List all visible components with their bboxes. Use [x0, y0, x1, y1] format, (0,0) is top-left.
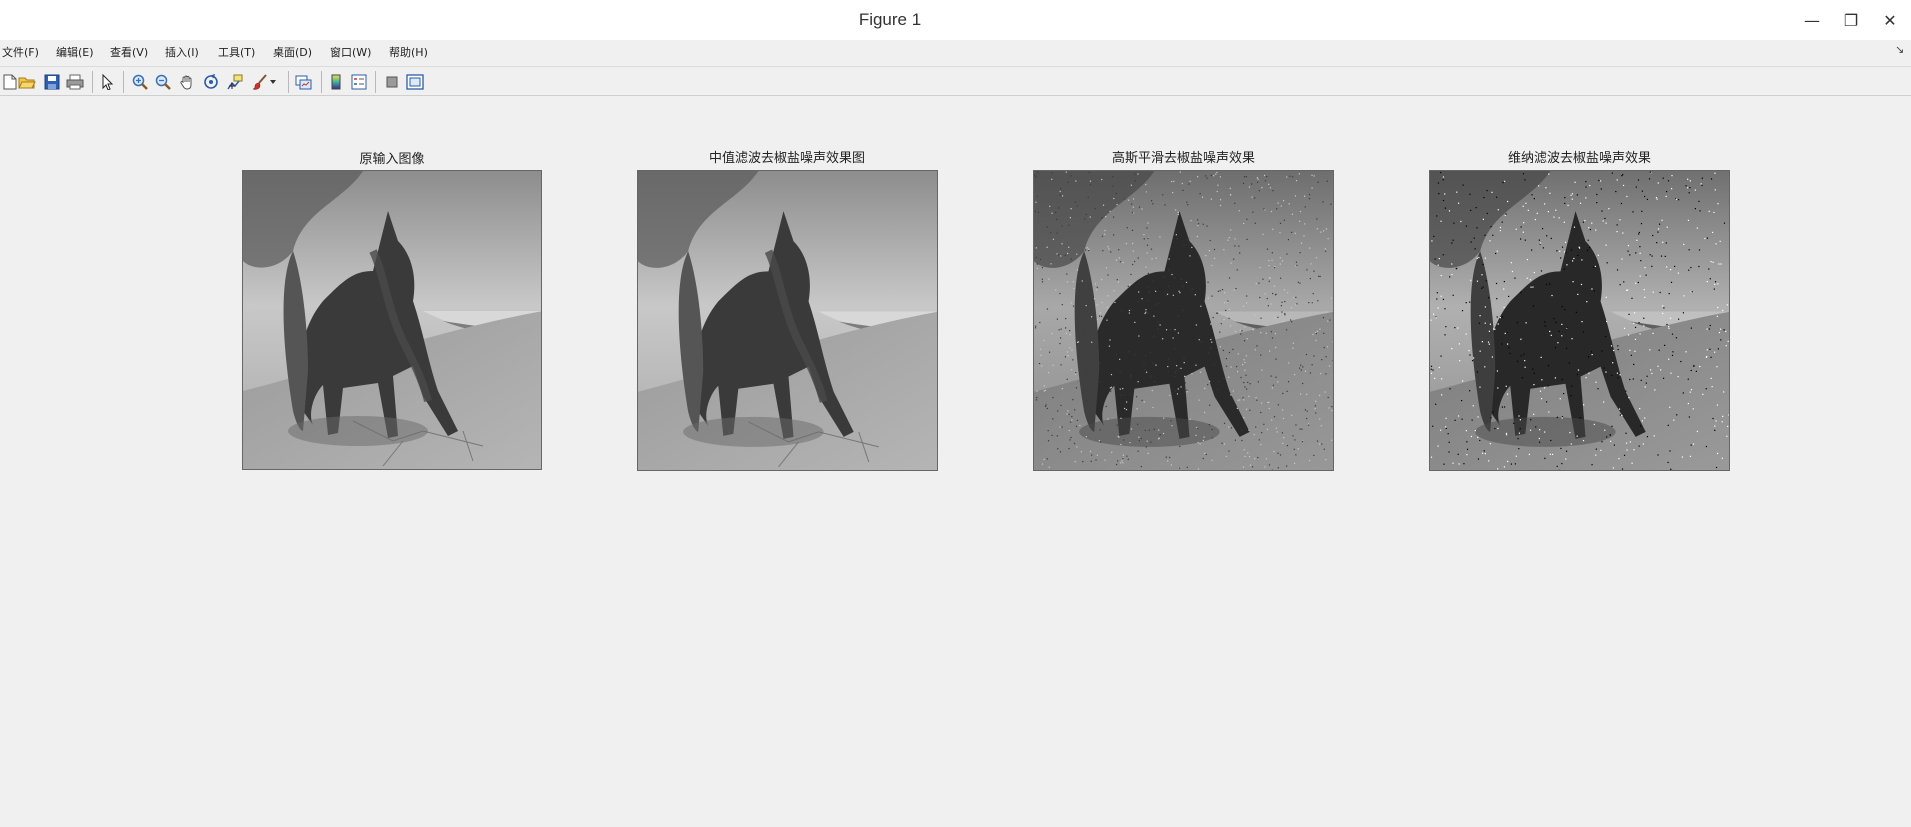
toolbar-separator: [321, 71, 322, 93]
image-gaussian-smooth: [1034, 171, 1333, 470]
menu-insert[interactable]: 插入(I): [165, 44, 199, 60]
menu-bar: 文件(F) 编辑(E) 查看(V) 插入(I) 工具(T) 桌面(D) 窗口(W…: [0, 40, 1911, 64]
subplot-title-original: 原输入图像: [359, 152, 425, 167]
brush-dropdown-icon[interactable]: [268, 72, 278, 92]
figure-window: Figure 1 — ❐ ✕ 文件(F) 编辑(E) 查看(V) 插入(I) 工…: [0, 0, 1911, 827]
toolbar-separator: [92, 71, 93, 93]
axes-original-image[interactable]: [242, 170, 542, 470]
close-button[interactable]: ✕: [1873, 6, 1907, 34]
hide-plot-tools-icon[interactable]: [382, 72, 402, 92]
menu-desktop[interactable]: 桌面(D): [273, 44, 312, 60]
restore-button[interactable]: ❐: [1834, 6, 1868, 34]
minimize-button[interactable]: —: [1795, 6, 1829, 34]
window-title: Figure 1: [858, 10, 922, 29]
menu-file[interactable]: 文件(F): [2, 44, 39, 60]
menu-window[interactable]: 窗口(W): [330, 44, 371, 60]
title-bar: Figure 1 — ❐ ✕: [0, 0, 1911, 40]
image-original: [243, 171, 541, 469]
axes-gaussian-smooth[interactable]: [1033, 170, 1334, 471]
pointer-icon[interactable]: [98, 72, 118, 92]
colorbar-icon[interactable]: [326, 72, 346, 92]
image-median-filter: [638, 171, 937, 470]
zoom-out-icon[interactable]: [153, 72, 173, 92]
subplot-title-gaussian: 高斯平滑去椒盐噪声效果: [1111, 151, 1255, 166]
show-plot-tools-icon[interactable]: [405, 72, 425, 92]
menu-help[interactable]: 帮助(H): [389, 44, 428, 60]
print-icon[interactable]: [65, 72, 85, 92]
toolbar-separator: [375, 71, 376, 93]
brush-icon[interactable]: [250, 72, 270, 92]
subplot-title-median: 中值滤波去椒盐噪声效果图: [708, 151, 865, 166]
menu-view[interactable]: 查看(V): [110, 44, 148, 60]
pan-icon[interactable]: [177, 72, 197, 92]
dock-figure-icon[interactable]: ↘: [1895, 43, 1904, 56]
rotate-3d-icon[interactable]: [201, 72, 221, 92]
image-wiener-filter: [1430, 171, 1729, 470]
toolbar-separator: [123, 71, 124, 93]
menu-edit[interactable]: 编辑(E): [56, 44, 94, 60]
axes-median-filter[interactable]: [637, 170, 938, 471]
zoom-in-icon[interactable]: [130, 72, 150, 92]
toolbar-separator: [288, 71, 289, 93]
open-file-icon[interactable]: [17, 72, 37, 92]
menu-tools[interactable]: 工具(T): [218, 44, 255, 60]
link-plot-icon[interactable]: [294, 72, 314, 92]
data-cursor-icon[interactable]: [225, 72, 245, 92]
figure-toolbar: [0, 66, 1911, 96]
axes-wiener-filter[interactable]: [1429, 170, 1730, 471]
subplot-title-wiener: 维纳滤波去椒盐噪声效果: [1507, 151, 1651, 166]
legend-icon[interactable]: [349, 72, 369, 92]
save-icon[interactable]: [42, 72, 62, 92]
